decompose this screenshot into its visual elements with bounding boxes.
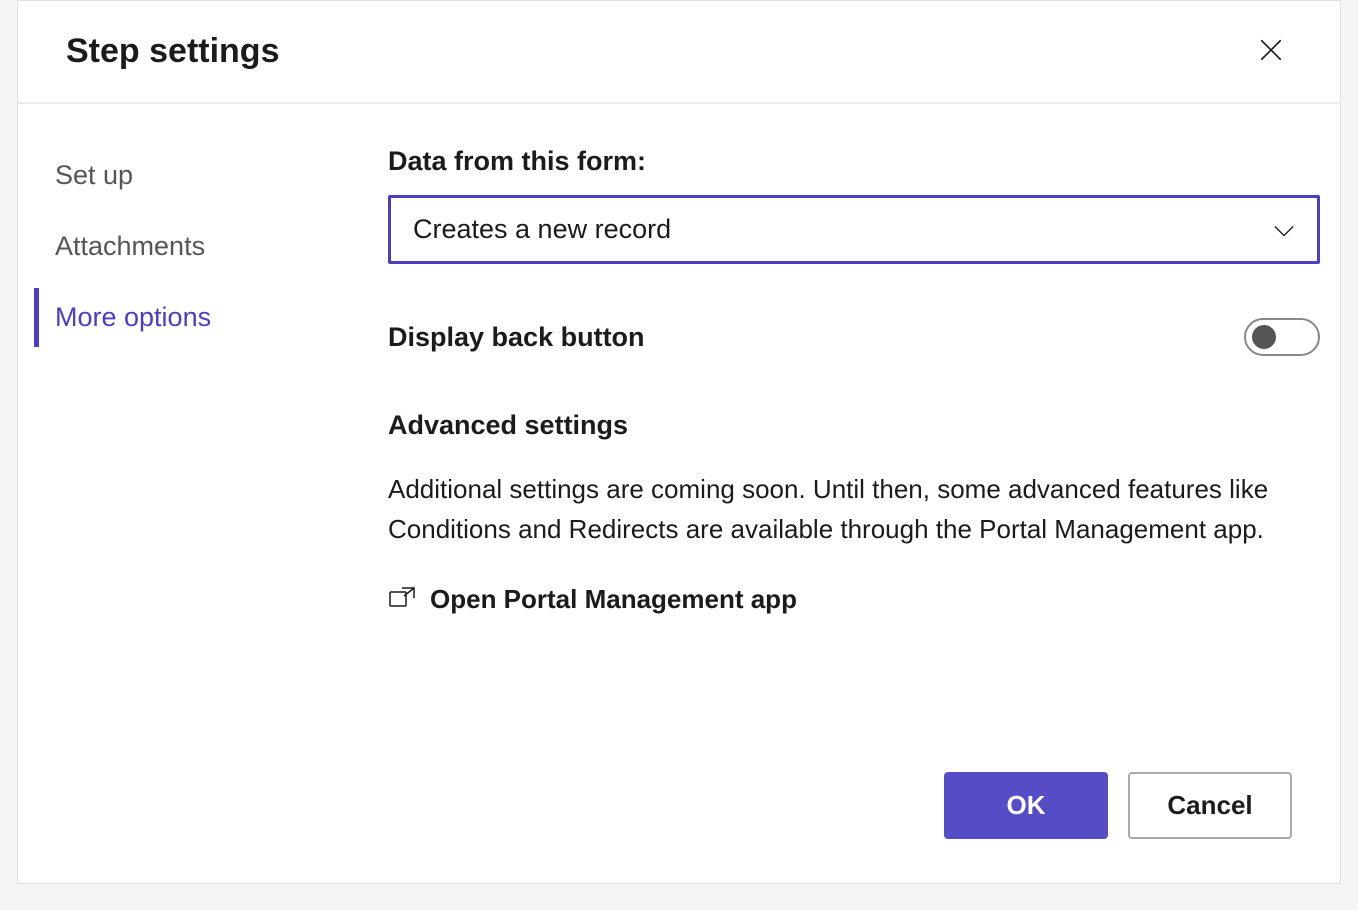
sidebar-item-more-options[interactable]: More options: [34, 288, 358, 347]
close-button[interactable]: [1250, 29, 1292, 74]
sidebar: Set up Attachments More options: [18, 146, 358, 772]
dialog-header: Step settings: [18, 1, 1340, 104]
sidebar-item-label: Attachments: [55, 231, 205, 261]
dialog-footer: OK Cancel: [18, 772, 1340, 883]
ok-button[interactable]: OK: [944, 772, 1108, 839]
display-back-button-row: Display back button: [388, 318, 1320, 356]
display-back-button-toggle[interactable]: [1244, 318, 1320, 356]
dialog-body: Set up Attachments More options Data fro…: [18, 104, 1340, 772]
display-back-button-label: Display back button: [388, 322, 645, 353]
main-content: Data from this form: Creates a new recor…: [358, 146, 1340, 772]
data-from-form-select[interactable]: Creates a new record: [388, 195, 1320, 264]
sidebar-item-label: More options: [55, 302, 211, 332]
dialog-title: Step settings: [66, 32, 279, 71]
close-icon: [1258, 37, 1284, 66]
sidebar-item-setup[interactable]: Set up: [34, 146, 358, 205]
sidebar-item-label: Set up: [55, 160, 133, 190]
sidebar-item-attachments[interactable]: Attachments: [34, 217, 358, 276]
cancel-button[interactable]: Cancel: [1128, 772, 1292, 839]
select-value: Creates a new record: [413, 214, 671, 245]
open-portal-management-link[interactable]: Open Portal Management app: [388, 584, 1320, 615]
chevron-down-icon: [1273, 214, 1295, 245]
advanced-settings-title: Advanced settings: [388, 410, 1320, 441]
external-link-icon: [388, 586, 416, 613]
advanced-settings-description: Additional settings are coming soon. Unt…: [388, 469, 1320, 550]
step-settings-dialog: Step settings Set up Attachments More op…: [17, 0, 1341, 884]
toggle-knob: [1252, 325, 1276, 349]
data-from-form-label: Data from this form:: [388, 146, 1320, 177]
open-portal-management-label: Open Portal Management app: [430, 584, 797, 615]
